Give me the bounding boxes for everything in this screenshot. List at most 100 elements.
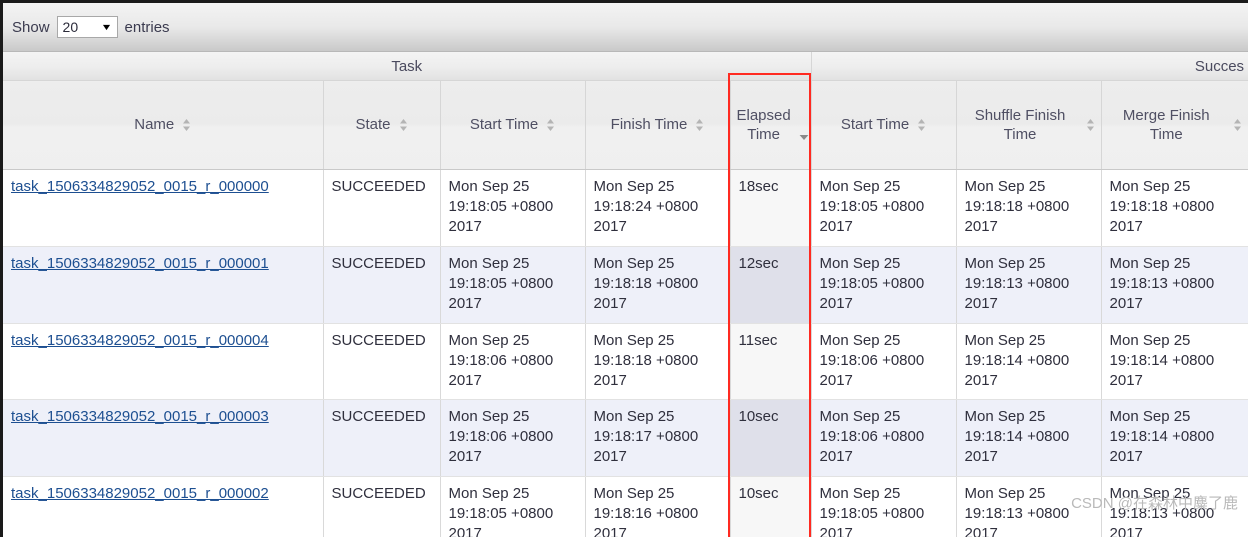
task-link[interactable]: task_1506334829052_0015_r_000004 [11,332,269,349]
attempt-merge-finish-time-cell-text: Mon Sep 25 19:18:18 +0800 2017 [1109,178,1215,235]
column-header-merge-finish-time-label: Merge Finish Time [1122,106,1210,143]
task-elapsed-time-cell-text: 12sec [738,254,779,272]
task-start-time-cell: Mon Sep 25 19:18:06 +0800 2017 [440,323,586,401]
attempt-start-time-cell-text: Mon Sep 25 19:18:05 +0800 2017 [819,254,925,312]
column-header-attempt-start-time[interactable]: Start Time [811,80,957,170]
task-start-time-cell: Mon Sep 25 19:18:05 +0800 2017 [440,476,586,537]
task-start-time-cell: Mon Sep 25 19:18:05 +0800 2017 [440,169,586,247]
sort-both-icon [917,118,926,132]
entries-per-page-select[interactable]: 20 ▼ [56,16,118,38]
task-elapsed-time-cell: 12sec [730,246,812,324]
attempt-merge-finish-time-cell-text: Mon Sep 25 19:18:13 +0800 2017 [1109,254,1215,312]
task-finish-time-cell-text: Mon Sep 25 19:18:17 +0800 2017 [593,408,699,466]
attempt-merge-finish-time-cell: Mon Sep 25 19:18:13 +0800 2017 [1101,246,1248,324]
task-start-time-cell-text: Mon Sep 25 19:18:05 +0800 2017 [448,178,554,235]
task-elapsed-time-cell-text: 10sec [738,408,779,426]
attempt-shuffle-finish-time-cell-text: Mon Sep 25 19:18:13 +0800 2017 [964,254,1070,312]
column-header-name[interactable]: Name [3,80,324,170]
task-start-time-cell-text: Mon Sep 25 19:18:06 +0800 2017 [448,408,554,466]
attempt-merge-finish-time-cell-text: Mon Sep 25 19:18:14 +0800 2017 [1109,331,1215,389]
task-elapsed-time-cell: 10sec [730,476,812,537]
attempt-start-time-cell: Mon Sep 25 19:18:05 +0800 2017 [811,476,957,537]
task-elapsed-time-cell: 18sec [730,169,812,247]
task-table-page: Show 20 ▼ entries Task Succes Name State… [0,0,1248,537]
task-state-cell-text: SUCCEEDED [331,178,426,195]
column-header-shuffle-finish-time-label: Shuffle Finish Time [974,106,1066,143]
table-length-bar: Show 20 ▼ entries [3,3,1248,52]
task-link[interactable]: task_1506334829052_0015_r_000000 [11,178,269,195]
column-header-task-start-time[interactable]: Start Time [440,80,586,170]
task-elapsed-time-cell-text: 18sec [738,178,779,195]
task-state-cell: SUCCEEDED [323,323,441,401]
task-name-cell: task_1506334829052_0015_r_000000 [3,169,324,247]
attempt-shuffle-finish-time-cell: Mon Sep 25 19:18:14 +0800 2017 [956,399,1102,478]
task-elapsed-time-cell-text: 11sec [738,331,778,349]
task-link[interactable]: task_1506334829052_0015_r_000003 [11,408,269,425]
column-header-task-finish-time[interactable]: Finish Time [585,80,731,170]
sort-both-icon [695,118,704,132]
column-header-shuffle-finish-time[interactable]: Shuffle Finish Time [956,80,1102,170]
column-header-merge-finish-time[interactable]: Merge Finish Time [1101,80,1248,170]
task-start-time-cell-text: Mon Sep 25 19:18:05 +0800 2017 [448,485,554,537]
column-header-row: Name State Start Time Finish Time Elapse… [3,80,1248,170]
column-header-state[interactable]: State [323,80,441,170]
attempt-start-time-cell-text: Mon Sep 25 19:18:06 +0800 2017 [819,408,925,466]
task-link[interactable]: task_1506334829052_0015_r_000002 [11,485,269,502]
group-header-successful-attempt: Succes [811,52,1248,81]
task-start-time-cell: Mon Sep 25 19:18:05 +0800 2017 [440,246,586,324]
task-name-cell: task_1506334829052_0015_r_000001 [3,246,324,324]
task-state-cell: SUCCEEDED [323,169,441,247]
attempt-merge-finish-time-cell: Mon Sep 25 19:18:18 +0800 2017 [1101,169,1248,247]
attempt-merge-finish-time-cell: Mon Sep 25 19:18:13 +0800 2017 [1101,476,1248,537]
entries-per-page-value: 20 [62,19,79,35]
attempt-start-time-cell: Mon Sep 25 19:18:05 +0800 2017 [811,246,957,324]
task-finish-time-cell: Mon Sep 25 19:18:17 +0800 2017 [585,399,731,478]
task-state-cell: SUCCEEDED [323,399,441,478]
tasks-table-body: task_1506334829052_0015_r_000000 SUCCEEDE… [3,169,1248,537]
task-state-cell-text: SUCCEEDED [331,254,426,272]
attempt-shuffle-finish-time-cell: Mon Sep 25 19:18:14 +0800 2017 [956,323,1102,401]
attempt-shuffle-finish-time-cell-text: Mon Sep 25 19:18:14 +0800 2017 [964,408,1070,466]
entries-label: entries [124,18,170,36]
attempt-shuffle-finish-time-cell: Mon Sep 25 19:18:13 +0800 2017 [956,246,1102,324]
task-state-cell: SUCCEEDED [323,246,441,324]
attempt-shuffle-finish-time-cell: Mon Sep 25 19:18:18 +0800 2017 [956,169,1102,247]
task-name-cell: task_1506334829052_0015_r_000004 [3,323,324,401]
column-header-task-start-time-label: Start Time [469,116,539,134]
table-row: task_1506334829052_0015_r_000000 SUCCEEDE… [3,169,1248,247]
table-row: task_1506334829052_0015_r_000001 SUCCEEDE… [3,246,1248,324]
column-header-state-label: State [355,116,391,134]
task-start-time-cell-text: Mon Sep 25 19:18:05 +0800 2017 [448,254,554,312]
task-finish-time-cell: Mon Sep 25 19:18:18 +0800 2017 [585,323,731,401]
task-finish-time-cell: Mon Sep 25 19:18:16 +0800 2017 [585,476,731,537]
table-row: task_1506334829052_0015_r_000004 SUCCEEDE… [3,323,1248,401]
sort-descending-icon [799,134,809,141]
column-header-task-finish-time-label: Finish Time [610,116,688,134]
column-group-header-row: Task Succes [3,52,1248,81]
column-header-elapsed-time[interactable]: Elapsed Time [730,80,812,170]
column-header-attempt-start-time-label: Start Time [840,116,910,134]
attempt-shuffle-finish-time-cell: Mon Sep 25 19:18:13 +0800 2017 [956,476,1102,537]
sort-both-icon [1086,118,1095,132]
attempt-merge-finish-time-cell: Mon Sep 25 19:18:14 +0800 2017 [1101,399,1248,478]
attempt-shuffle-finish-time-cell-text: Mon Sep 25 19:18:14 +0800 2017 [964,331,1070,389]
task-name-cell: task_1506334829052_0015_r_000003 [3,399,324,478]
task-link[interactable]: task_1506334829052_0015_r_000001 [11,255,269,272]
attempt-start-time-cell-text: Mon Sep 25 19:18:05 +0800 2017 [819,178,925,235]
sort-both-icon [546,118,555,132]
task-state-cell-text: SUCCEEDED [331,408,426,426]
table-row: task_1506334829052_0015_r_000003 SUCCEEDE… [3,399,1248,478]
task-finish-time-cell-text: Mon Sep 25 19:18:24 +0800 2017 [593,178,699,235]
attempt-shuffle-finish-time-cell-text: Mon Sep 25 19:18:18 +0800 2017 [964,178,1070,235]
attempt-shuffle-finish-time-cell-text: Mon Sep 25 19:18:13 +0800 2017 [964,485,1070,537]
attempt-start-time-cell: Mon Sep 25 19:18:06 +0800 2017 [811,323,957,401]
attempt-merge-finish-time-cell-text: Mon Sep 25 19:18:14 +0800 2017 [1109,408,1215,466]
task-start-time-cell: Mon Sep 25 19:18:06 +0800 2017 [440,399,586,478]
tasks-table-container: Task Succes Name State Start Time Finish… [3,52,1248,537]
chevron-down-icon: ▼ [100,21,113,32]
attempt-start-time-cell: Mon Sep 25 19:18:06 +0800 2017 [811,399,957,478]
task-start-time-cell-text: Mon Sep 25 19:18:06 +0800 2017 [448,331,554,389]
task-state-cell: SUCCEEDED [323,476,441,537]
attempt-start-time-cell-text: Mon Sep 25 19:18:06 +0800 2017 [819,331,925,389]
column-header-elapsed-time-label: Elapsed Time [736,106,791,143]
